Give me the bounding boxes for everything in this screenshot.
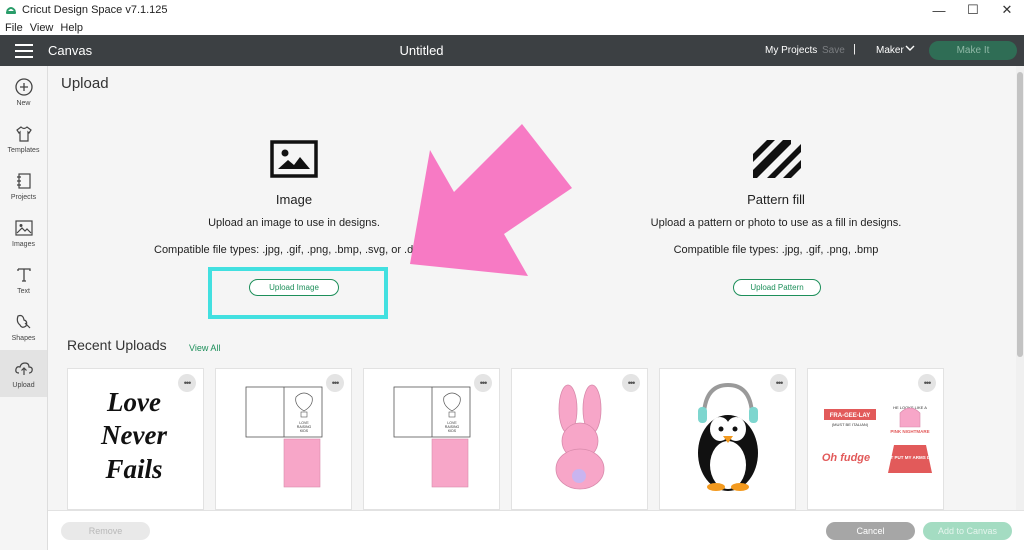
sidebar-item-text[interactable]: Text: [0, 256, 47, 303]
menu-view[interactable]: View: [30, 22, 54, 34]
close-button[interactable]: ✕: [990, 0, 1024, 20]
window-title: Cricut Design Space v7.1.125: [22, 4, 168, 16]
shapes-icon: [16, 314, 30, 328]
menu-bar: File View Help: [0, 20, 1024, 35]
more-options-icon[interactable]: •••: [622, 374, 640, 392]
header-separator: |: [853, 43, 856, 55]
page-title: Upload: [61, 75, 109, 92]
more-options-icon[interactable]: •••: [918, 374, 936, 392]
sidebar-item-templates[interactable]: Templates: [0, 115, 47, 162]
vertical-scrollbar[interactable]: [1016, 66, 1024, 550]
sidebar-label: Templates: [7, 146, 40, 154]
sidebar-label: Projects: [10, 193, 37, 201]
window-title-bar: Cricut Design Space v7.1.125 — ☐ ✕: [0, 0, 1024, 20]
sidebar-item-new[interactable]: New: [0, 68, 47, 115]
upload-card-penguin[interactable]: •••: [659, 368, 796, 510]
sidebar-label: Upload: [12, 381, 35, 389]
chevron-down-icon[interactable]: [905, 44, 915, 52]
plus-circle-icon: [14, 77, 33, 96]
sidebar-item-images[interactable]: Images: [0, 209, 47, 256]
image-section-title: Image: [275, 192, 313, 207]
upload-footer: Remove Cancel Add to Canvas: [48, 510, 1024, 550]
thumb-text-line: FRA-GEE-LAY: [830, 413, 870, 419]
cricut-app-icon: [6, 7, 16, 14]
sidebar-label: Text: [17, 287, 30, 295]
sidebar-item-shapes[interactable]: Shapes: [0, 303, 47, 350]
menu-help[interactable]: Help: [60, 22, 83, 34]
more-options-icon[interactable]: •••: [474, 374, 492, 392]
machine-select[interactable]: Maker: [876, 45, 904, 56]
pointer-arrow-annotation: [410, 124, 572, 276]
sidebar-item-projects[interactable]: Projects: [0, 162, 47, 209]
view-all-link[interactable]: View All: [189, 343, 220, 353]
scrollbar-thumb[interactable]: [1017, 72, 1023, 357]
image-section-description: Upload an image to use in designs.: [208, 217, 380, 229]
maximize-button[interactable]: ☐: [956, 0, 990, 20]
upload-card-balloon-card-2[interactable]: LOVE RAISING KIDS •••: [363, 368, 500, 510]
more-options-icon[interactable]: •••: [178, 374, 196, 392]
my-projects-link[interactable]: My Projects: [765, 45, 817, 56]
more-options-icon[interactable]: •••: [326, 374, 344, 392]
thumb-text-line: Love: [106, 387, 161, 417]
thumb-text-line: I CAN'T PUT MY ARMS DOWN!: [877, 455, 943, 460]
sidebar-label: New: [16, 99, 31, 107]
upload-card-balloon-card[interactable]: LOVE RAISING KIDS •••: [215, 368, 352, 510]
make-it-button[interactable]: Make It: [929, 41, 1017, 60]
thumb-text-line: (MUST BE ITALIAN): [832, 422, 869, 427]
upload-cloud-icon: [14, 361, 33, 375]
recent-uploads-title: Recent Uploads: [67, 337, 167, 353]
minimize-button[interactable]: —: [922, 0, 956, 20]
thumb-text-line: Fails: [104, 454, 162, 484]
document-title: Untitled: [399, 43, 444, 58]
tshirt-icon: [15, 125, 32, 142]
upload-panel: Upload Image Upload an image to use in d…: [48, 66, 1024, 550]
projects-icon: [16, 172, 31, 189]
menu-file[interactable]: File: [5, 22, 23, 34]
sidebar-item-upload[interactable]: Upload: [0, 350, 47, 397]
add-to-canvas-button[interactable]: Add to Canvas: [923, 522, 1012, 540]
upload-card-christmas-sayings[interactable]: FRA-GEE-LAY (MUST BE ITALIAN) HE LOOKS L…: [807, 368, 944, 510]
upload-card-pink-bunny[interactable]: •••: [511, 368, 648, 510]
thumb-text-line: Never: [100, 420, 167, 450]
left-sidebar: New Templates Projects Images Text Shape…: [0, 66, 48, 550]
thumb-text-line: PINK NIGHTMARE: [890, 429, 929, 434]
remove-button[interactable]: Remove: [61, 522, 150, 540]
sidebar-label: Shapes: [11, 334, 36, 342]
upload-card-love-never-fails[interactable]: Love Never Fails •••: [67, 368, 204, 510]
upload-pattern-button[interactable]: Upload Pattern: [733, 279, 821, 296]
pattern-section-description: Upload a pattern or photo to use as a fi…: [650, 217, 902, 229]
image-icon: [14, 219, 33, 236]
sidebar-label: Images: [12, 240, 35, 248]
pattern-section-title: Pattern fill: [747, 192, 805, 207]
pattern-fill-icon: [753, 140, 801, 178]
save-link[interactable]: Save: [822, 45, 845, 56]
pattern-file-types: Compatible file types: .jpg, .gif, .png,…: [673, 244, 879, 256]
highlight-box: [208, 267, 388, 319]
thumb-text-line: Oh fudge: [822, 452, 870, 464]
more-options-icon[interactable]: •••: [770, 374, 788, 392]
thumb-text-line: KIDS: [300, 429, 309, 433]
cancel-button[interactable]: Cancel: [826, 522, 915, 540]
image-upload-icon: [270, 140, 318, 178]
thumb-text-line: KIDS: [448, 429, 457, 433]
app-header: Canvas Untitled My Projects Save | Maker…: [0, 35, 1024, 66]
text-t-icon: [16, 267, 31, 282]
